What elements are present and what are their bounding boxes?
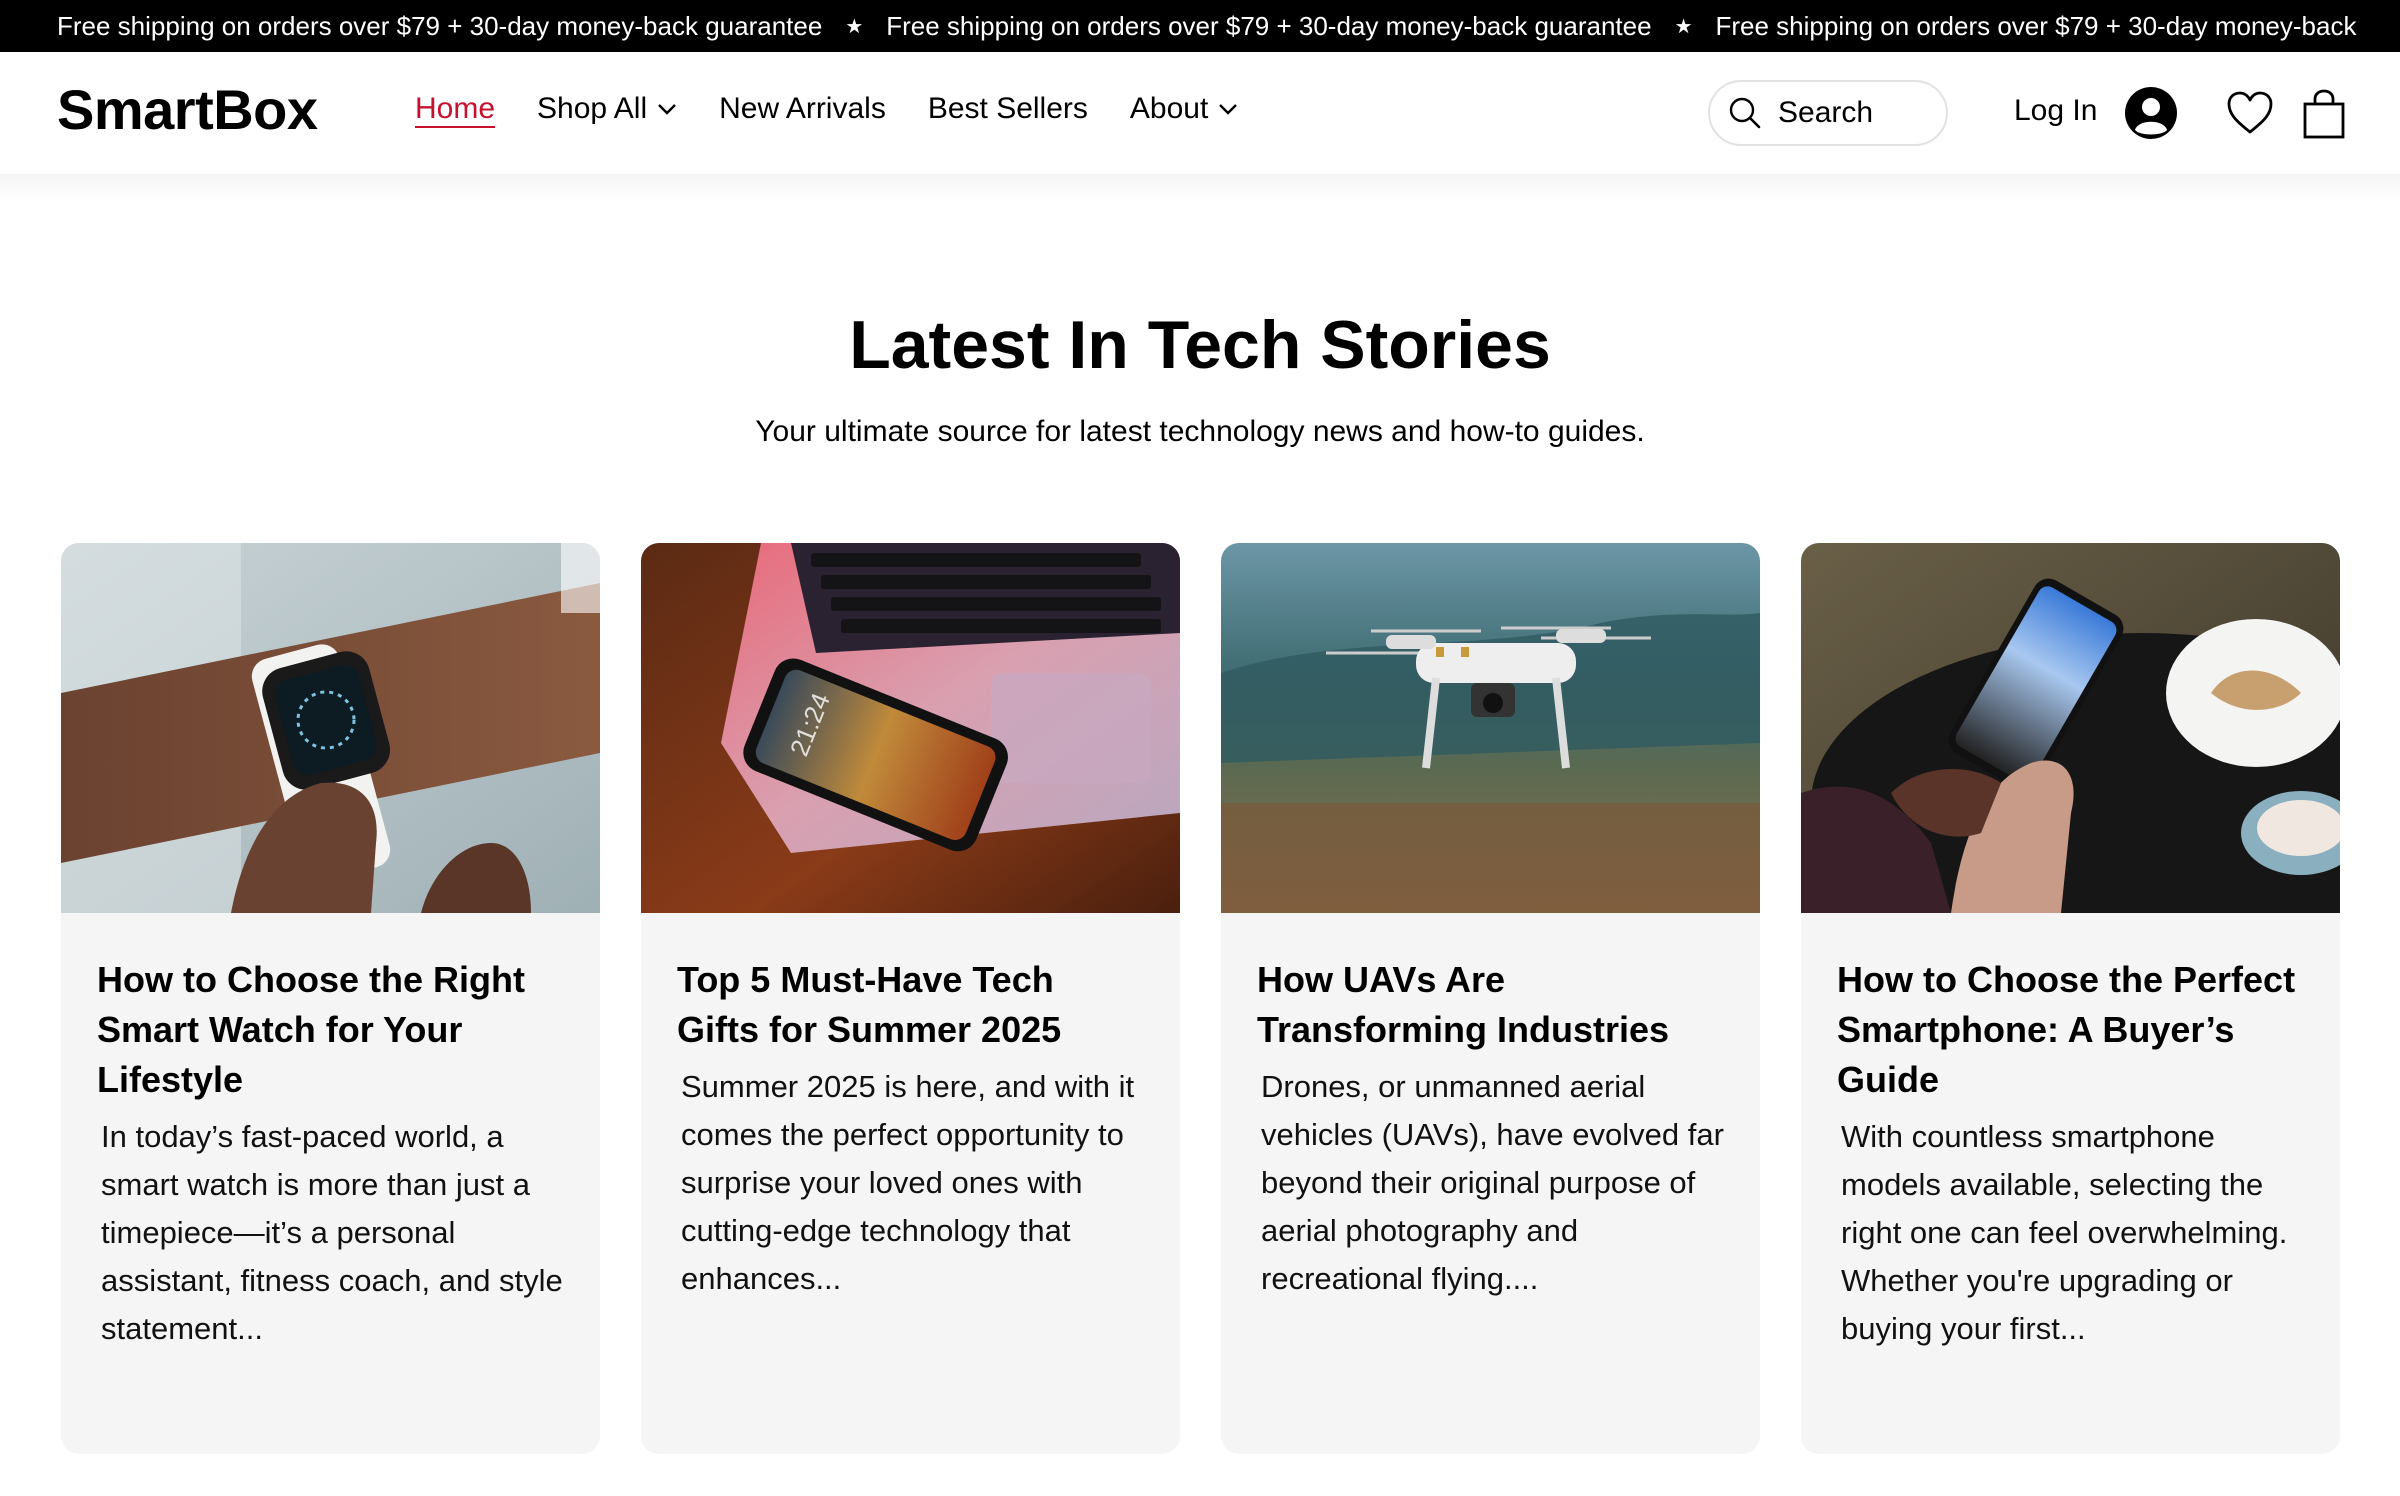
nav-item-label: Best Sellers [927, 92, 1088, 125]
blog-post-title[interactable]: How to Choose the Perfect Smartphone: A … [1837, 955, 2304, 1105]
blog-post-excerpt: Summer 2025 is here, and with it comes t… [681, 1069, 1135, 1296]
heart-icon[interactable] [2226, 90, 2274, 136]
site-header: SmartBox Home Shop All New Arrivals Best… [0, 52, 2400, 174]
blog-post-excerpt: In today’s fast-paced world, a smart wat… [101, 1119, 563, 1346]
chevron-down-icon [657, 103, 677, 115]
blog-post-card[interactable]: How to Choose the Right Smart Watch for … [61, 543, 600, 1454]
announcement-message: Free shipping on orders over $79 + 30-da… [1715, 10, 2357, 41]
announcement-message: Free shipping on orders over $79 + 30-da… [57, 10, 823, 41]
nav-item-label: Home [415, 92, 496, 125]
blog-post-excerpt: With countless smartphone models availab… [1841, 1119, 2288, 1346]
site-logo[interactable]: SmartBox [57, 82, 318, 138]
nav-item-label: About [1129, 92, 1209, 125]
blog-post-card[interactable]: How to Choose the Perfect Smartphone: A … [1801, 543, 2340, 1454]
header-divider [0, 174, 2400, 200]
login-link[interactable]: Log In [2014, 96, 2097, 126]
blog-post-card[interactable]: How UAVs Are Transforming Industries Dro… [1221, 543, 1760, 1454]
blog-post-title[interactable]: Top 5 Must-Have Tech Gifts for Summer 20… [677, 955, 1144, 1055]
announcement-message: Free shipping on orders over $79 + 30-da… [886, 10, 1652, 41]
page-subtitle: Your ultimate source for latest technolo… [755, 415, 1645, 448]
blog-post-list: How to Choose the Right Smart Watch for … [61, 543, 2340, 1454]
smartphone-on-laptop-photo: 21:24 [641, 543, 1180, 913]
search-icon [1728, 96, 1762, 130]
nav-item-about[interactable]: About [1130, 94, 1238, 124]
blog-post-card[interactable]: 21:24 Top 5 Must-Have Tech Gifts for Sum… [641, 543, 1180, 1454]
avatar-icon[interactable] [2124, 86, 2178, 140]
search-box[interactable] [1708, 80, 1948, 146]
blog-post-title[interactable]: How UAVs Are Transforming Industries [1257, 955, 1724, 1055]
nav-item-shop-all[interactable]: Shop All [537, 94, 677, 124]
nav-item-label: New Arrivals [719, 92, 886, 125]
main-nav: Home Shop All New Arrivals Best Sellers … [415, 94, 1280, 124]
announcement-bar: Free shipping on orders over $79 + 30-da… [0, 0, 2400, 52]
flying-drone-photo [1221, 543, 1760, 913]
nav-item-new-arrivals[interactable]: New Arrivals [719, 94, 886, 124]
nav-item-home[interactable]: Home [415, 94, 495, 124]
star-icon: ★ [1674, 15, 1693, 38]
blog-post-excerpt: Drones, or unmanned aerial vehicles (UAV… [1261, 1069, 1724, 1296]
hand-holding-smartphone-photo [1801, 543, 2340, 913]
nav-item-label: Shop All [537, 92, 648, 125]
nav-item-best-sellers[interactable]: Best Sellers [928, 94, 1088, 124]
star-icon: ★ [845, 15, 864, 38]
search-input[interactable] [1776, 95, 1940, 131]
chevron-down-icon [1218, 103, 1238, 115]
smart-watch-on-wrist-photo [61, 543, 600, 913]
blog-post-title[interactable]: How to Choose the Right Smart Watch for … [97, 955, 564, 1105]
announcement-track: Free shipping on orders over $79 + 30-da… [0, 11, 2356, 42]
page-title: Latest In Tech Stories [849, 307, 1551, 383]
shopping-bag-icon[interactable] [2302, 88, 2346, 140]
